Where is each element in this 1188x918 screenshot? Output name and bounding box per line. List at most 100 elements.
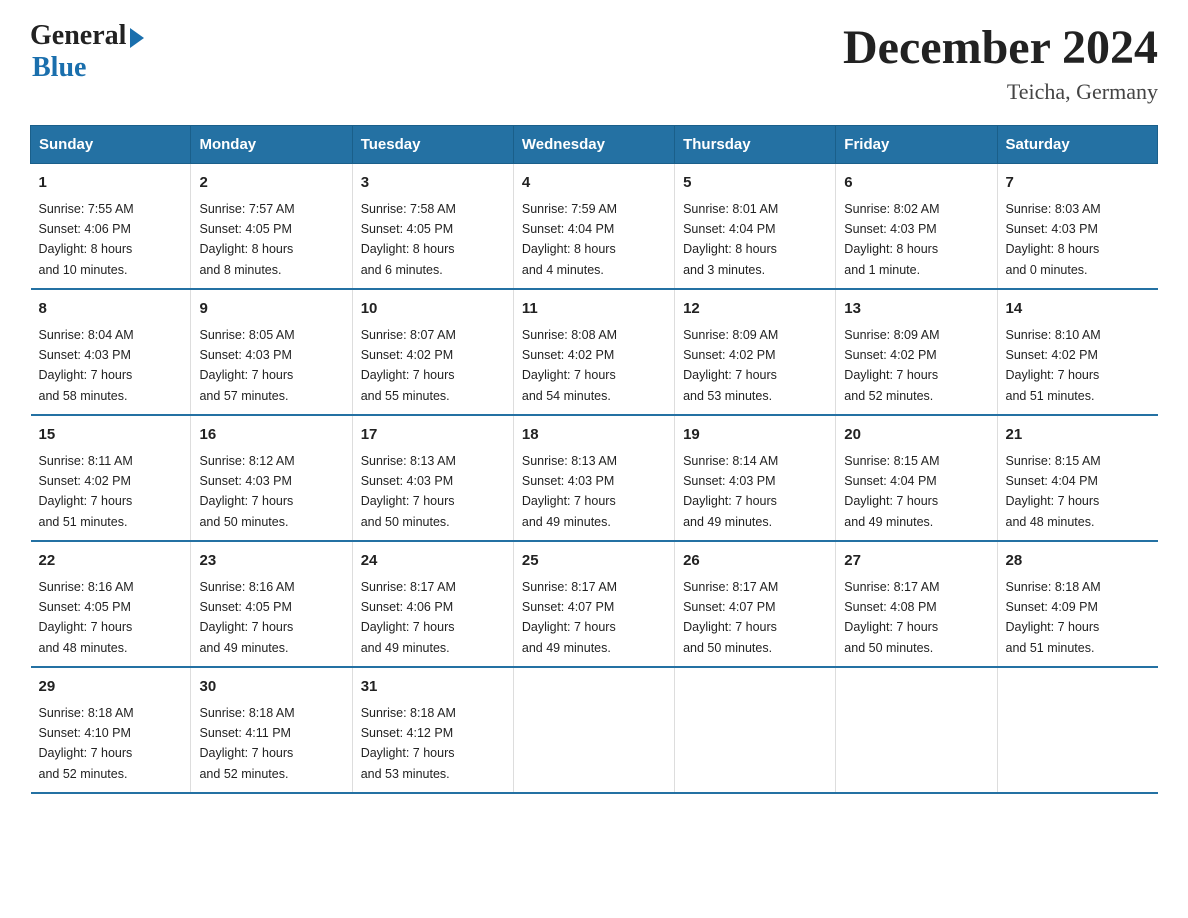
day-number: 29 — [39, 676, 183, 699]
day-number: 11 — [522, 298, 666, 321]
calendar-cell: 28 Sunrise: 8:18 AM Sunset: 4:09 PM Dayli… — [997, 541, 1158, 667]
day-number: 13 — [844, 298, 988, 321]
calendar-cell: 6 Sunrise: 8:02 AM Sunset: 4:03 PM Daylig… — [836, 164, 997, 290]
header-monday: Monday — [191, 126, 352, 164]
day-number: 7 — [1006, 172, 1150, 195]
header-wednesday: Wednesday — [513, 126, 674, 164]
calendar-cell — [513, 667, 674, 793]
calendar-cell: 9 Sunrise: 8:05 AM Sunset: 4:03 PM Daylig… — [191, 289, 352, 415]
day-number: 18 — [522, 424, 666, 447]
day-info: Sunrise: 7:55 AM Sunset: 4:06 PM Dayligh… — [39, 202, 134, 277]
calendar-table: SundayMondayTuesdayWednesdayThursdayFrid… — [30, 125, 1158, 794]
calendar-cell: 8 Sunrise: 8:04 AM Sunset: 4:03 PM Daylig… — [31, 289, 191, 415]
day-number: 22 — [39, 550, 183, 573]
day-number: 27 — [844, 550, 988, 573]
day-number: 9 — [199, 298, 343, 321]
calendar-cell: 22 Sunrise: 8:16 AM Sunset: 4:05 PM Dayli… — [31, 541, 191, 667]
day-number: 15 — [39, 424, 183, 447]
day-info: Sunrise: 8:04 AM Sunset: 4:03 PM Dayligh… — [39, 328, 134, 403]
day-info: Sunrise: 8:13 AM Sunset: 4:03 PM Dayligh… — [361, 454, 456, 529]
calendar-cell: 17 Sunrise: 8:13 AM Sunset: 4:03 PM Dayli… — [352, 415, 513, 541]
calendar-cell — [675, 667, 836, 793]
week-row-5: 29 Sunrise: 8:18 AM Sunset: 4:10 PM Dayli… — [31, 667, 1158, 793]
calendar-cell: 3 Sunrise: 7:58 AM Sunset: 4:05 PM Daylig… — [352, 164, 513, 290]
day-number: 26 — [683, 550, 827, 573]
day-number: 25 — [522, 550, 666, 573]
day-number: 16 — [199, 424, 343, 447]
day-info: Sunrise: 8:16 AM Sunset: 4:05 PM Dayligh… — [39, 580, 134, 655]
calendar-cell: 19Sunrise: 8:14 AM Sunset: 4:03 PM Dayli… — [675, 415, 836, 541]
day-info: Sunrise: 8:15 AM Sunset: 4:04 PM Dayligh… — [844, 454, 939, 529]
logo-blue-text: Blue — [32, 52, 86, 84]
page-header: General Blue December 2024 Teicha, Germa… — [30, 20, 1158, 105]
calendar-cell: 25 Sunrise: 8:17 AM Sunset: 4:07 PM Dayli… — [513, 541, 674, 667]
logo-triangle-icon — [130, 28, 144, 48]
week-row-1: 1 Sunrise: 7:55 AM Sunset: 4:06 PM Daylig… — [31, 164, 1158, 290]
calendar-cell: 12Sunrise: 8:09 AM Sunset: 4:02 PM Dayli… — [675, 289, 836, 415]
day-info: Sunrise: 8:18 AM Sunset: 4:09 PM Dayligh… — [1006, 580, 1101, 655]
calendar-cell: 7Sunrise: 8:03 AM Sunset: 4:03 PM Daylig… — [997, 164, 1158, 290]
calendar-cell: 26 Sunrise: 8:17 AM Sunset: 4:07 PM Dayli… — [675, 541, 836, 667]
day-info: Sunrise: 8:01 AM Sunset: 4:04 PM Dayligh… — [683, 202, 778, 277]
calendar-cell: 5 Sunrise: 8:01 AM Sunset: 4:04 PM Daylig… — [675, 164, 836, 290]
day-info: Sunrise: 8:18 AM Sunset: 4:11 PM Dayligh… — [199, 706, 294, 781]
day-info: Sunrise: 8:13 AM Sunset: 4:03 PM Dayligh… — [522, 454, 617, 529]
day-info: Sunrise: 8:11 AM Sunset: 4:02 PM Dayligh… — [39, 454, 133, 529]
calendar-cell: 27Sunrise: 8:17 AM Sunset: 4:08 PM Dayli… — [836, 541, 997, 667]
day-number: 12 — [683, 298, 827, 321]
day-info: Sunrise: 8:12 AM Sunset: 4:03 PM Dayligh… — [199, 454, 294, 529]
calendar-cell: 30Sunrise: 8:18 AM Sunset: 4:11 PM Dayli… — [191, 667, 352, 793]
calendar-cell — [997, 667, 1158, 793]
day-info: Sunrise: 7:59 AM Sunset: 4:04 PM Dayligh… — [522, 202, 617, 277]
day-number: 8 — [39, 298, 183, 321]
day-info: Sunrise: 8:16 AM Sunset: 4:05 PM Dayligh… — [199, 580, 294, 655]
calendar-cell: 14Sunrise: 8:10 AM Sunset: 4:02 PM Dayli… — [997, 289, 1158, 415]
calendar-cell: 2Sunrise: 7:57 AM Sunset: 4:05 PM Daylig… — [191, 164, 352, 290]
week-row-3: 15 Sunrise: 8:11 AM Sunset: 4:02 PM Dayli… — [31, 415, 1158, 541]
day-info: Sunrise: 7:57 AM Sunset: 4:05 PM Dayligh… — [199, 202, 294, 277]
logo: General Blue — [30, 20, 144, 84]
calendar-cell: 24 Sunrise: 8:17 AM Sunset: 4:06 PM Dayli… — [352, 541, 513, 667]
day-number: 17 — [361, 424, 505, 447]
header-tuesday: Tuesday — [352, 126, 513, 164]
header-saturday: Saturday — [997, 126, 1158, 164]
calendar-cell: 15 Sunrise: 8:11 AM Sunset: 4:02 PM Dayli… — [31, 415, 191, 541]
day-number: 31 — [361, 676, 505, 699]
header-thursday: Thursday — [675, 126, 836, 164]
day-number: 6 — [844, 172, 988, 195]
day-info: Sunrise: 8:07 AM Sunset: 4:02 PM Dayligh… — [361, 328, 456, 403]
day-info: Sunrise: 8:18 AM Sunset: 4:12 PM Dayligh… — [361, 706, 456, 781]
day-info: Sunrise: 8:17 AM Sunset: 4:07 PM Dayligh… — [683, 580, 778, 655]
calendar-cell: 10 Sunrise: 8:07 AM Sunset: 4:02 PM Dayli… — [352, 289, 513, 415]
day-info: Sunrise: 8:10 AM Sunset: 4:02 PM Dayligh… — [1006, 328, 1101, 403]
day-number: 19 — [683, 424, 827, 447]
calendar-subtitle: Teicha, Germany — [843, 79, 1158, 105]
header-friday: Friday — [836, 126, 997, 164]
day-info: Sunrise: 8:02 AM Sunset: 4:03 PM Dayligh… — [844, 202, 939, 277]
calendar-cell — [836, 667, 997, 793]
logo-general-text: General — [30, 20, 126, 52]
calendar-cell: 13Sunrise: 8:09 AM Sunset: 4:02 PM Dayli… — [836, 289, 997, 415]
header-row: SundayMondayTuesdayWednesdayThursdayFrid… — [31, 126, 1158, 164]
day-number: 1 — [39, 172, 183, 195]
week-row-4: 22 Sunrise: 8:16 AM Sunset: 4:05 PM Dayli… — [31, 541, 1158, 667]
calendar-cell: 4 Sunrise: 7:59 AM Sunset: 4:04 PM Daylig… — [513, 164, 674, 290]
day-number: 4 — [522, 172, 666, 195]
day-info: Sunrise: 7:58 AM Sunset: 4:05 PM Dayligh… — [361, 202, 456, 277]
day-number: 20 — [844, 424, 988, 447]
calendar-cell: 29 Sunrise: 8:18 AM Sunset: 4:10 PM Dayli… — [31, 667, 191, 793]
calendar-cell: 31 Sunrise: 8:18 AM Sunset: 4:12 PM Dayli… — [352, 667, 513, 793]
day-number: 10 — [361, 298, 505, 321]
day-number: 23 — [199, 550, 343, 573]
day-info: Sunrise: 8:05 AM Sunset: 4:03 PM Dayligh… — [199, 328, 294, 403]
week-row-2: 8 Sunrise: 8:04 AM Sunset: 4:03 PM Daylig… — [31, 289, 1158, 415]
day-info: Sunrise: 8:17 AM Sunset: 4:07 PM Dayligh… — [522, 580, 617, 655]
day-number: 5 — [683, 172, 827, 195]
header-sunday: Sunday — [31, 126, 191, 164]
calendar-cell: 23 Sunrise: 8:16 AM Sunset: 4:05 PM Dayli… — [191, 541, 352, 667]
day-info: Sunrise: 8:18 AM Sunset: 4:10 PM Dayligh… — [39, 706, 134, 781]
day-number: 3 — [361, 172, 505, 195]
day-info: Sunrise: 8:17 AM Sunset: 4:06 PM Dayligh… — [361, 580, 456, 655]
day-number: 28 — [1006, 550, 1150, 573]
day-number: 24 — [361, 550, 505, 573]
